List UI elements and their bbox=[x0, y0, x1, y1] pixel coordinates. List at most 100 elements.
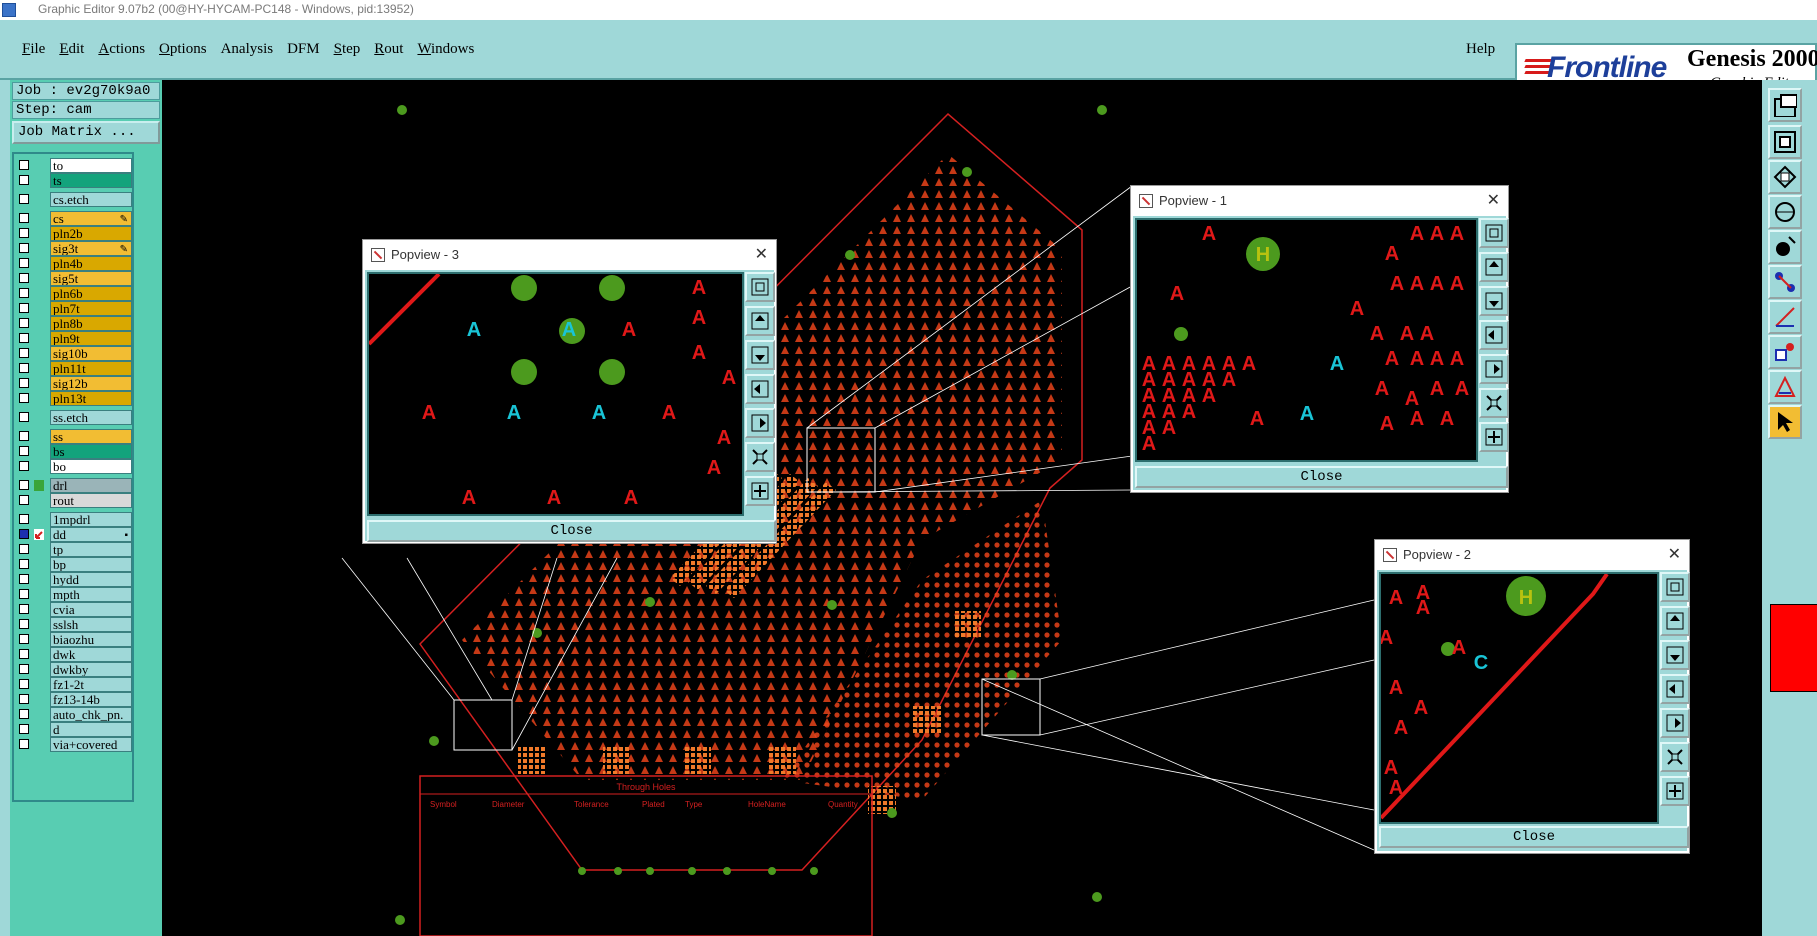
layer-row-bs[interactable]: bs bbox=[16, 444, 132, 459]
job-matrix-button[interactable]: Job Matrix ... bbox=[12, 121, 160, 144]
popview-3-viewport[interactable]: AAAAAAAAAAAAAAAA bbox=[367, 272, 744, 516]
layer-checkbox[interactable] bbox=[19, 461, 29, 471]
layer-checkbox[interactable] bbox=[19, 446, 29, 456]
zoom-in-icon[interactable] bbox=[1660, 776, 1690, 806]
layer-checkbox[interactable] bbox=[19, 724, 29, 734]
zoom-fit-icon[interactable] bbox=[745, 272, 775, 302]
help-menu[interactable]: Help bbox=[1466, 41, 1495, 58]
zoom-area-icon[interactable] bbox=[1768, 125, 1802, 159]
layer-checkbox[interactable] bbox=[19, 664, 29, 674]
layer-row-to[interactable]: to bbox=[16, 158, 132, 173]
layer-row-cs[interactable]: cs ✎ bbox=[16, 211, 132, 226]
pan-left-icon[interactable] bbox=[1479, 320, 1509, 350]
layer-checkbox[interactable] bbox=[19, 739, 29, 749]
pan-right-icon[interactable] bbox=[1660, 708, 1690, 738]
layer-row-via-covered[interactable]: via+covered bbox=[16, 737, 132, 752]
layer-row-sig3t[interactable]: sig3t ✎ bbox=[16, 241, 132, 256]
layer-row-bp[interactable]: bp bbox=[16, 557, 132, 572]
layer-checkbox[interactable] bbox=[19, 589, 29, 599]
layer-checkbox[interactable] bbox=[19, 431, 29, 441]
close-icon[interactable]: ✕ bbox=[1487, 190, 1500, 210]
pointer-icon[interactable] bbox=[1768, 405, 1802, 439]
layer-checkbox[interactable] bbox=[19, 529, 29, 539]
popview-1-viewport[interactable]: HAAAAAAAAAAAAAAAAAAAAAAAAAAAAAAAAAAAAAAA… bbox=[1135, 218, 1478, 462]
menu-analysis[interactable]: Analysis bbox=[221, 41, 274, 57]
menu-windows[interactable]: Windows bbox=[417, 41, 474, 57]
layer-checkbox[interactable] bbox=[19, 559, 29, 569]
layer-checkbox[interactable] bbox=[19, 258, 29, 268]
layer-checkbox[interactable] bbox=[19, 378, 29, 388]
add-surface-icon[interactable] bbox=[1768, 370, 1802, 404]
layer-checkbox[interactable] bbox=[19, 709, 29, 719]
layer-checkbox[interactable] bbox=[19, 213, 29, 223]
zoom-out-icon[interactable] bbox=[745, 442, 775, 472]
menu-dfm[interactable]: DFM bbox=[287, 41, 320, 57]
layer-checkbox[interactable] bbox=[19, 348, 29, 358]
pan-up-icon[interactable] bbox=[745, 306, 775, 336]
layer-row-pln2b[interactable]: pln2b bbox=[16, 226, 132, 241]
layer-row-d[interactable]: d bbox=[16, 722, 132, 737]
pan-left-icon[interactable] bbox=[1660, 674, 1690, 704]
zoom-in-icon[interactable] bbox=[1479, 422, 1509, 452]
layer-row-pln7t[interactable]: pln7t bbox=[16, 301, 132, 316]
zoom-out-icon[interactable] bbox=[1479, 388, 1509, 418]
layer-row-biaozhu[interactable]: biaozhu bbox=[16, 632, 132, 647]
layer-checkbox[interactable] bbox=[19, 679, 29, 689]
layer-row-ss[interactable]: ss bbox=[16, 429, 132, 444]
popview-1-close-button[interactable]: Close bbox=[1135, 466, 1508, 488]
layer-row-ss-etch[interactable]: ss.etch bbox=[16, 410, 132, 425]
measure-icon[interactable] bbox=[1768, 195, 1802, 229]
layer-row-sig12b[interactable]: sig12b bbox=[16, 376, 132, 391]
layer-checkbox[interactable] bbox=[19, 175, 29, 185]
menu-actions[interactable]: Actions bbox=[98, 41, 145, 57]
menu-rout[interactable]: Rout bbox=[374, 41, 403, 57]
menu-edit[interactable]: Edit bbox=[59, 41, 84, 57]
menu-file[interactable]: File bbox=[22, 41, 45, 57]
layer-checkbox[interactable] bbox=[19, 495, 29, 505]
pan-left-icon[interactable] bbox=[745, 374, 775, 404]
layer-checkbox[interactable] bbox=[19, 649, 29, 659]
pan-right-icon[interactable] bbox=[1479, 354, 1509, 384]
pan-down-icon[interactable] bbox=[1660, 640, 1690, 670]
color-swatch[interactable] bbox=[1770, 604, 1817, 692]
layer-checkbox[interactable] bbox=[19, 634, 29, 644]
layer-checkbox[interactable] bbox=[19, 363, 29, 373]
zoom-home-icon[interactable] bbox=[1768, 160, 1802, 194]
layer-row-dd[interactable]: dd ▪ bbox=[16, 527, 132, 542]
layer-row-pln13t[interactable]: pln13t bbox=[16, 391, 132, 406]
layer-checkbox[interactable] bbox=[19, 228, 29, 238]
menu-options[interactable]: Options bbox=[159, 41, 207, 57]
layer-row-cs-etch[interactable]: cs.etch bbox=[16, 192, 132, 207]
add-pad-icon[interactable] bbox=[1768, 335, 1802, 369]
layer-row-sig5t[interactable]: sig5t bbox=[16, 271, 132, 286]
close-icon[interactable]: ✕ bbox=[1668, 544, 1681, 564]
layer-row-fz1-2t[interactable]: fz1-2t bbox=[16, 677, 132, 692]
layer-row-sslsh[interactable]: sslsh bbox=[16, 617, 132, 632]
zoom-fit-icon[interactable] bbox=[1660, 572, 1690, 602]
pan-down-icon[interactable] bbox=[745, 340, 775, 370]
pan-down-icon[interactable] bbox=[1479, 286, 1509, 316]
layer-row-dwkby[interactable]: dwkby bbox=[16, 662, 132, 677]
layer-checkbox[interactable] bbox=[19, 288, 29, 298]
layer-row-1mpdrl[interactable]: 1mpdrl bbox=[16, 512, 132, 527]
layer-row-cvia[interactable]: cvia bbox=[16, 602, 132, 617]
layer-checkbox[interactable] bbox=[19, 514, 29, 524]
layer-row-pln6b[interactable]: pln6b bbox=[16, 286, 132, 301]
net-select-icon[interactable] bbox=[1768, 265, 1802, 299]
layer-row-rout[interactable]: rout bbox=[16, 493, 132, 508]
layer-checkbox[interactable] bbox=[19, 393, 29, 403]
layer-row-pln9t[interactable]: pln9t bbox=[16, 331, 132, 346]
select-object-icon[interactable] bbox=[1768, 230, 1802, 264]
layer-row-sig10b[interactable]: sig10b bbox=[16, 346, 132, 361]
layer-checkbox[interactable] bbox=[19, 318, 29, 328]
layer-checkbox[interactable] bbox=[19, 604, 29, 614]
layer-row-pln4b[interactable]: pln4b bbox=[16, 256, 132, 271]
layer-row-pln11t[interactable]: pln11t bbox=[16, 361, 132, 376]
window-restore-icon[interactable] bbox=[1768, 88, 1802, 122]
pan-right-icon[interactable] bbox=[745, 408, 775, 438]
layer-row-fz13-14b[interactable]: fz13-14b bbox=[16, 692, 132, 707]
pan-up-icon[interactable] bbox=[1479, 252, 1509, 282]
layer-row-drl[interactable]: drl bbox=[16, 478, 132, 493]
layer-checkbox[interactable] bbox=[19, 333, 29, 343]
layer-row-bo[interactable]: bo bbox=[16, 459, 132, 474]
